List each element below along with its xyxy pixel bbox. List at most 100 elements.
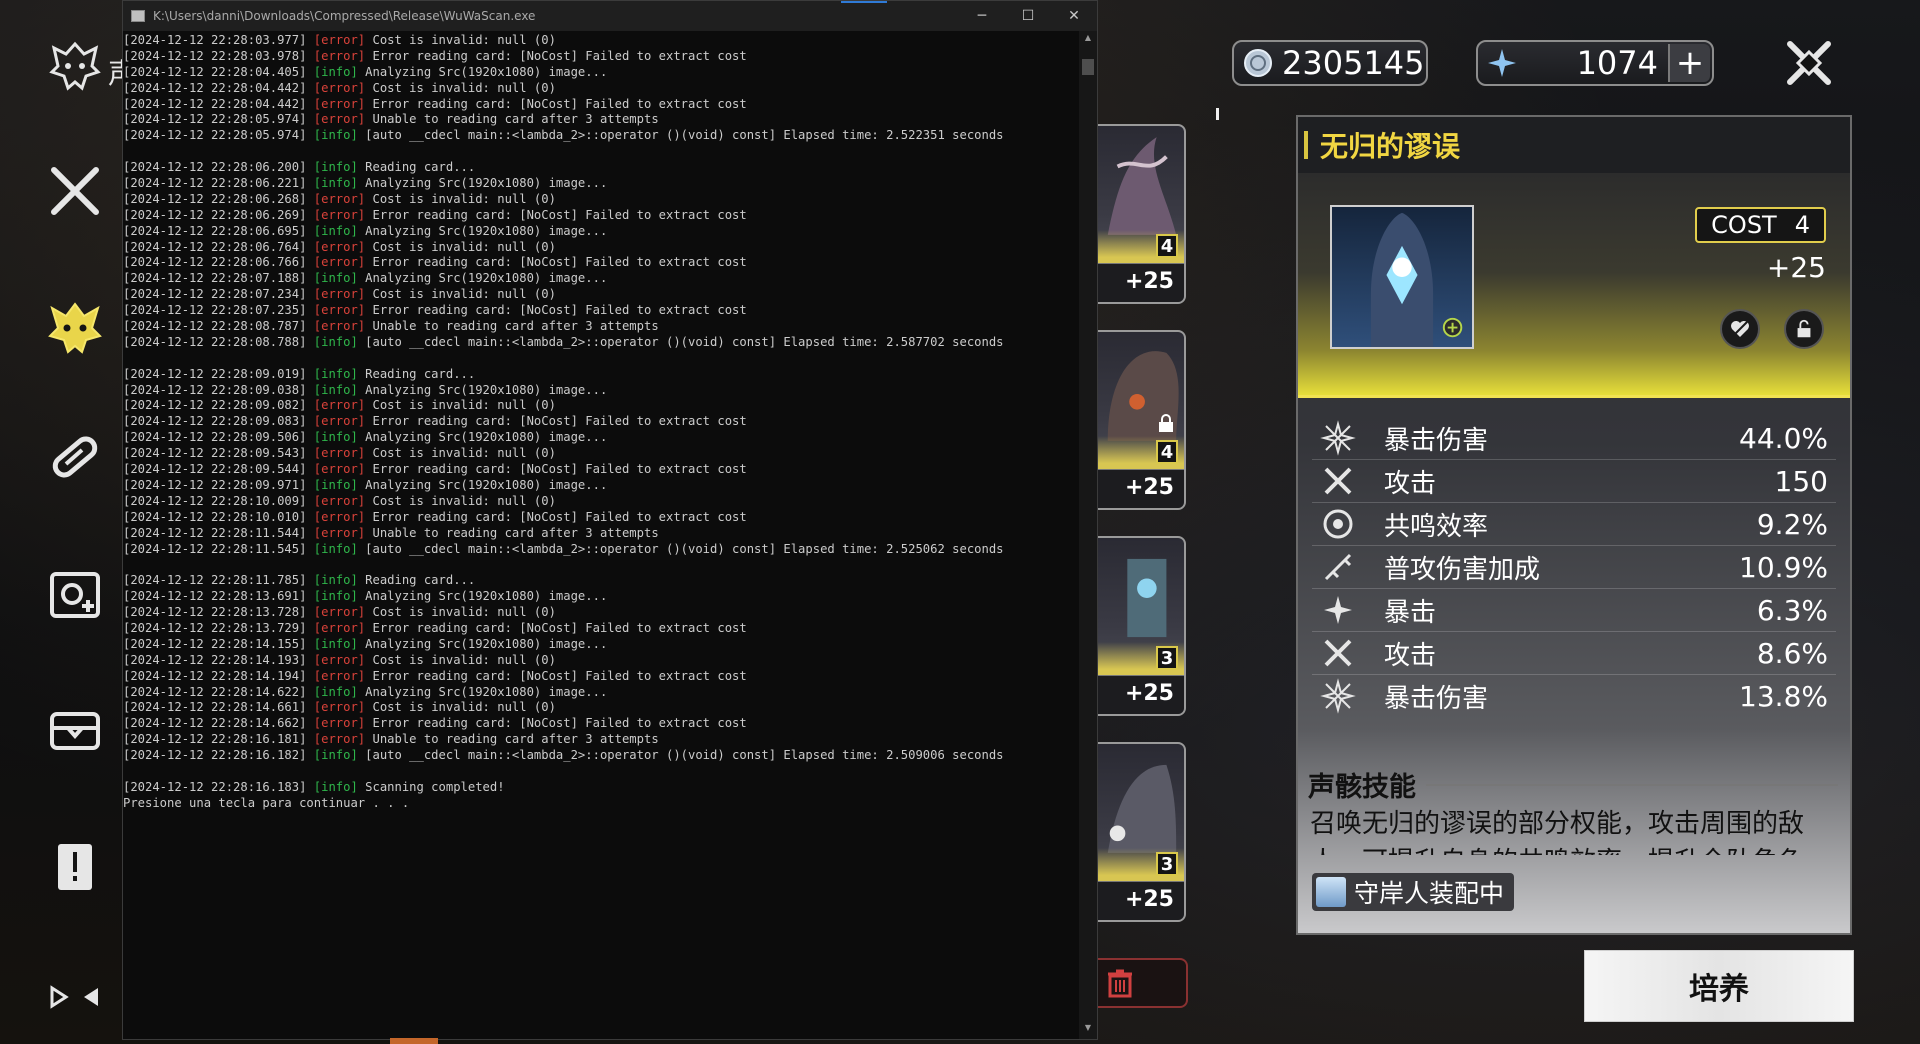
log-level: [info] <box>313 573 358 588</box>
log-message: Error reading card: [NoCost] Failed to e… <box>365 303 747 318</box>
log-level: [error] <box>313 239 366 254</box>
log-line: [2024-12-12 22:28:03.977] [error] Cost i… <box>123 33 1079 49</box>
sidebar-item-quest-items[interactable] <box>38 830 112 904</box>
log-line: [2024-12-12 22:28:09.543] [error] Cost i… <box>123 446 1079 462</box>
echo-detail-panel: 无归的谬误 COST 4 +25 暴击伤害 44.0% 攻击 150 共鸣效率 … <box>1296 115 1852 935</box>
log-level: [error] <box>313 620 366 635</box>
shell-credit-icon <box>1244 49 1272 77</box>
log-level: [error] <box>313 414 366 429</box>
sidebar-item-echo-bank[interactable] <box>38 28 112 102</box>
echo-card[interactable]: 3 +25 <box>1098 742 1186 922</box>
log-message: Presione una tecla para continuar . . . <box>123 795 410 810</box>
skill-description: 召唤无归的谬误的部分权能，攻击周围的敌人，可提升自身的共鸣效率，提升全队角色 <box>1310 809 1805 855</box>
log-message: Unable to reading card after 3 attempts <box>365 319 659 334</box>
scroll-thumb[interactable] <box>1082 59 1094 75</box>
log-message: Analyzing Src(1920x1080) image... <box>357 477 608 492</box>
log-message: Cost is invalid: null (0) <box>365 700 556 715</box>
log-message: Analyzing Src(1920x1080) image... <box>357 176 608 191</box>
log-message: Analyzing Src(1920x1080) image... <box>357 589 608 604</box>
console-app-icon <box>131 10 145 22</box>
echo-card[interactable]: 3 +25 <box>1098 536 1186 716</box>
close-button[interactable]: ✕ <box>1051 1 1097 31</box>
echo-card[interactable]: 4 +25 <box>1098 124 1186 304</box>
scroll-down-icon[interactable]: ▼ <box>1079 1023 1097 1037</box>
log-message: Analyzing Src(1920x1080) image... <box>357 64 608 79</box>
log-line: [2024-12-12 22:28:04.405] [info] Analyzi… <box>123 65 1079 81</box>
log-level: [error] <box>313 319 366 334</box>
log-timestamp: [2024-12-12 22:28:03.978] <box>123 48 314 63</box>
card-footer: +25 <box>1098 881 1184 920</box>
log-timestamp: [2024-12-12 22:28:14.661] <box>123 700 314 715</box>
stat-row: 暴击伤害 44.0% <box>1312 417 1836 460</box>
sidebar-item-weapons[interactable] <box>38 154 112 228</box>
log-line: [2024-12-12 22:28:09.082] [error] Cost i… <box>123 398 1079 414</box>
log-timestamp: [2024-12-12 22:28:13.728] <box>123 605 314 620</box>
close-screen-button[interactable] <box>1784 38 1834 88</box>
log-message: Analyzing Src(1920x1080) image... <box>357 430 608 445</box>
crit-dmg-icon <box>1320 420 1356 456</box>
log-timestamp: [2024-12-12 22:28:16.181] <box>123 732 314 747</box>
log-timestamp: [2024-12-12 22:28:14.622] <box>123 684 314 699</box>
sidebar-item-resonators[interactable] <box>38 558 112 632</box>
log-timestamp: [2024-12-12 22:28:09.506] <box>123 430 314 445</box>
cost-badge: COST 4 <box>1695 207 1826 243</box>
console-scrollbar[interactable]: ▲ ▼ <box>1079 31 1097 1039</box>
log-line: [2024-12-12 22:28:07.235] [error] Error … <box>123 303 1079 319</box>
console-window[interactable]: K:\Users\danni\Downloads\Compressed\Rele… <box>122 0 1098 1040</box>
log-line: [2024-12-12 22:28:14.622] [info] Analyzi… <box>123 685 1079 701</box>
echo-card-art <box>1127 558 1167 638</box>
log-line: [2024-12-12 22:28:16.181] [error] Unable… <box>123 732 1079 748</box>
log-message: Scanning completed! <box>357 779 505 794</box>
log-timestamp: [2024-12-12 22:28:11.545] <box>123 541 314 556</box>
log-line: [2024-12-12 22:28:05.974] [info] [auto _… <box>123 128 1079 144</box>
scroll-up-icon[interactable]: ▲ <box>1079 33 1097 47</box>
log-message: Cost is invalid: null (0) <box>365 239 556 254</box>
discard-mark-button[interactable] <box>1720 309 1760 349</box>
lock-toggle-button[interactable] <box>1784 309 1824 349</box>
card-cost: 4 <box>1156 440 1178 464</box>
log-line: [2024-12-12 22:28:06.695] [info] Analyzi… <box>123 224 1079 240</box>
sidebar-item-echoes[interactable] <box>38 290 112 364</box>
stat-row: 共鸣效率 9.2% <box>1312 503 1836 546</box>
sidebar-item-items[interactable] <box>38 694 112 768</box>
log-line: [2024-12-12 22:28:09.971] [info] Analyzi… <box>123 478 1079 494</box>
heart-slash-icon <box>1731 321 1749 337</box>
log-level: [error] <box>313 493 366 508</box>
log-line: [2024-12-12 22:28:11.544] [error] Unable… <box>123 526 1079 542</box>
log-message: Error reading card: [NoCost] Failed to e… <box>365 668 747 683</box>
echo-card[interactable]: 4 +25 <box>1098 330 1186 510</box>
log-message: Error reading card: [NoCost] Failed to e… <box>365 620 747 635</box>
add-astrite-button[interactable]: + <box>1668 43 1710 83</box>
delete-button[interactable] <box>1098 958 1188 1008</box>
log-message: Analyzing Src(1920x1080) image... <box>357 382 608 397</box>
log-timestamp: [2024-12-12 22:28:05.974] <box>123 128 314 143</box>
skill-title: 声骸技能 <box>1308 772 1416 803</box>
sidebar-item-sort[interactable] <box>38 960 112 1034</box>
astrite-icon <box>1488 49 1516 77</box>
console-titlebar[interactable]: K:\Users\danni\Downloads\Compressed\Rele… <box>123 1 1097 31</box>
card-level: +25 <box>1124 887 1174 912</box>
log-timestamp: [2024-12-12 22:28:14.155] <box>123 636 314 651</box>
log-level: [error] <box>313 605 366 620</box>
log-timestamp: [2024-12-12 22:28:09.543] <box>123 446 314 461</box>
avatar <box>1316 877 1346 907</box>
cultivate-button[interactable]: 培养 <box>1584 950 1854 1022</box>
log-line: [2024-12-12 22:28:07.188] [info] Analyzi… <box>123 271 1079 287</box>
echo-card-art <box>1107 137 1177 235</box>
equipped-label: 守岸人装配中 <box>1354 879 1505 908</box>
energy-regen-icon <box>1323 509 1353 539</box>
log-line: [2024-12-12 22:28:16.183] [info] Scannin… <box>123 780 1079 796</box>
log-timestamp: [2024-12-12 22:28:06.269] <box>123 207 314 222</box>
stat-value: 44.0% <box>1739 421 1828 455</box>
log-line: [2024-12-12 22:28:08.788] [info] [auto _… <box>123 335 1079 351</box>
sidebar-item-supplies[interactable] <box>38 420 112 494</box>
maximize-button[interactable]: ☐ <box>1005 1 1051 31</box>
log-message: Reading card... <box>357 366 476 381</box>
log-line: [2024-12-12 22:28:06.268] [error] Cost i… <box>123 192 1079 208</box>
log-message: Unable to reading card after 3 attempts <box>365 732 659 747</box>
log-timestamp: [2024-12-12 22:28:09.019] <box>123 366 314 381</box>
skill-header: 声骸技能 <box>1308 765 1838 804</box>
log-line: [2024-12-12 22:28:09.019] [info] Reading… <box>123 367 1079 383</box>
minimize-button[interactable]: ─ <box>959 1 1005 31</box>
